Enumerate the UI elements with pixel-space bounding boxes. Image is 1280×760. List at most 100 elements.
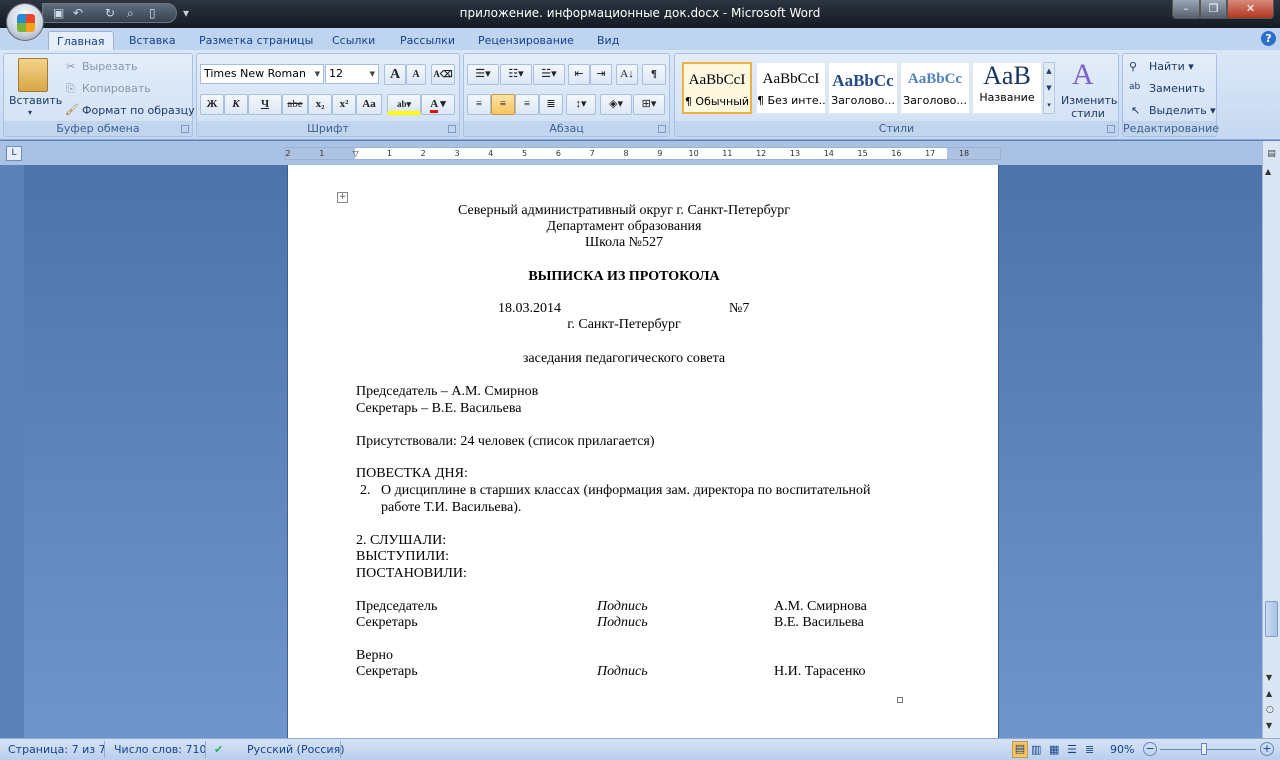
tab-review[interactable]: Рецензирование bbox=[470, 31, 582, 50]
tab-mailings[interactable]: Рассылки bbox=[392, 31, 463, 50]
bullets-icon[interactable]: ☰▾ bbox=[467, 64, 499, 85]
new-document-icon[interactable]: ▯ bbox=[149, 7, 162, 20]
office-button[interactable] bbox=[6, 3, 44, 41]
draft-icon[interactable]: ≣ bbox=[1085, 743, 1094, 756]
subscript-button[interactable]: x₂ bbox=[308, 94, 332, 115]
multilevel-list-icon[interactable]: ☱▾ bbox=[533, 64, 565, 85]
underline-button[interactable]: Ч bbox=[248, 94, 282, 115]
horizontal-ruler[interactable]: 2 1 ▽ 1 2 3 4 5 6 7 8 9 10 11 12 13 14 15 16 17 18 bbox=[285, 147, 1001, 160]
signature-sign: Подпись bbox=[597, 615, 648, 630]
zoom-out-icon[interactable]: − bbox=[1143, 742, 1157, 756]
view-ruler-icon[interactable]: ▤ bbox=[1265, 149, 1278, 162]
styles-scroll[interactable]: ▲ ▼ ▾ bbox=[1043, 62, 1055, 114]
find-button[interactable]: Найти ▾ bbox=[1149, 60, 1194, 73]
ruler-tick: 7 bbox=[589, 149, 595, 158]
change-case-button[interactable]: Aa bbox=[356, 94, 382, 115]
align-left-icon[interactable]: ≡ bbox=[467, 94, 491, 115]
close-button[interactable]: ✕ bbox=[1227, 0, 1274, 19]
zoom-in-icon[interactable]: + bbox=[1260, 742, 1274, 756]
line-spacing-icon[interactable]: ↕▾ bbox=[566, 94, 596, 115]
minimize-button[interactable]: – bbox=[1172, 0, 1200, 19]
justify-icon[interactable]: ≣ bbox=[539, 94, 563, 115]
zoom-slider-track[interactable] bbox=[1160, 749, 1256, 750]
styles-launcher[interactable] bbox=[1107, 125, 1115, 133]
paste-button[interactable]: Вставить bbox=[9, 94, 62, 107]
format-painter-button[interactable]: Формат по образцу bbox=[82, 104, 195, 117]
clipboard-launcher[interactable] bbox=[181, 125, 189, 133]
cut-button[interactable]: Вырезать bbox=[82, 60, 137, 73]
redo-icon[interactable]: ↻ bbox=[105, 7, 118, 20]
style-heading-1[interactable]: AaBbCc Заголово... bbox=[828, 62, 898, 114]
previous-page-icon[interactable]: ▲ bbox=[1266, 689, 1272, 698]
page-count[interactable]: Страница: 7 из 7 bbox=[8, 743, 106, 756]
restore-button[interactable]: ❐ bbox=[1200, 0, 1227, 19]
style-title[interactable]: AaB Название bbox=[972, 61, 1042, 114]
tab-view[interactable]: Вид bbox=[589, 31, 627, 50]
browse-object-icon[interactable]: ○ bbox=[1266, 705, 1274, 715]
ruler-tick: 8 bbox=[623, 149, 629, 158]
pilcrow-icon[interactable]: ¶ bbox=[642, 64, 666, 85]
font-launcher[interactable] bbox=[448, 125, 456, 133]
tab-selector-button[interactable]: L bbox=[6, 146, 22, 161]
tab-page-layout[interactable]: Разметка страницы bbox=[191, 31, 321, 50]
proofing-icon[interactable]: ✔ bbox=[214, 743, 223, 756]
style-normal[interactable]: AaBbCcI ¶ Обычный bbox=[682, 62, 752, 114]
print-preview-icon[interactable]: ⌕ bbox=[127, 7, 140, 20]
outline-icon[interactable]: ☰ bbox=[1067, 743, 1077, 756]
align-center-icon[interactable]: ≡ bbox=[491, 94, 515, 115]
shading-icon[interactable]: ◈▾ bbox=[600, 94, 632, 115]
vertical-scrollbar[interactable]: ▤ ▲ ▼ ▲ ○ ▼ bbox=[1262, 141, 1280, 738]
table-resize-handle[interactable] bbox=[897, 697, 903, 703]
font-name-select[interactable]: Times New Roman ▼ bbox=[200, 64, 324, 84]
save-icon[interactable]: ▣ bbox=[53, 7, 66, 20]
decrease-indent-icon[interactable]: ⇤ bbox=[568, 64, 590, 85]
paste-dropdown-icon[interactable]: ▾ bbox=[28, 108, 32, 117]
font-size-select[interactable]: 12 ▼ bbox=[325, 64, 379, 84]
style-no-spacing[interactable]: AaBbCcI ¶ Без инте... bbox=[756, 62, 826, 114]
help-icon[interactable]: ? bbox=[1261, 31, 1276, 46]
superscript-button[interactable]: x² bbox=[332, 94, 356, 115]
ruler-tick: 14 bbox=[823, 149, 834, 158]
style-heading-2[interactable]: AaBbCc Заголово... bbox=[900, 62, 970, 114]
document-page[interactable]: + Северный административный округ г. Сан… bbox=[287, 165, 999, 738]
increase-indent-icon[interactable]: ⇥ bbox=[590, 64, 612, 85]
scroll-down-icon[interactable]: ▼ bbox=[1266, 673, 1272, 682]
zoom-slider-thumb[interactable] bbox=[1200, 743, 1207, 755]
strikethrough-button[interactable]: abe bbox=[282, 94, 308, 115]
bold-button[interactable]: Ж bbox=[200, 94, 224, 115]
full-screen-reading-icon[interactable]: ▥ bbox=[1031, 743, 1041, 756]
language[interactable]: Русский (Россия) bbox=[247, 743, 345, 756]
spoke-line: ВЫСТУПИЛИ: bbox=[356, 549, 450, 564]
customize-qat-icon[interactable]: ▾ bbox=[183, 7, 196, 20]
scroll-up-icon[interactable]: ▲ bbox=[1265, 167, 1271, 176]
scroll-thumb[interactable] bbox=[1265, 601, 1278, 637]
replace-button[interactable]: Заменить bbox=[1149, 82, 1205, 95]
select-button[interactable]: Выделить ▾ bbox=[1149, 104, 1216, 117]
clear-formatting-icon[interactable]: A⌫ bbox=[431, 64, 455, 85]
numbering-icon[interactable]: ☷▾ bbox=[500, 64, 532, 85]
tab-references[interactable]: Ссылки bbox=[324, 31, 383, 50]
signature-name: В.Е. Васильева bbox=[774, 615, 864, 630]
next-page-icon[interactable]: ▼ bbox=[1266, 721, 1272, 730]
highlight-icon[interactable]: ab▾ bbox=[387, 94, 421, 115]
web-layout-icon[interactable]: ▦ bbox=[1049, 743, 1059, 756]
tab-home[interactable]: Главная bbox=[48, 31, 114, 50]
style-name: ¶ Обычный bbox=[684, 95, 750, 108]
print-layout-icon[interactable]: ▤ bbox=[1012, 741, 1028, 758]
change-styles-button[interactable]: Изменить стили bbox=[1061, 94, 1117, 120]
font-color-button[interactable]: A ▾ bbox=[421, 94, 455, 115]
italic-button[interactable]: К bbox=[224, 94, 248, 115]
tab-insert[interactable]: Вставка bbox=[121, 31, 184, 50]
zoom-level[interactable]: 90% bbox=[1110, 743, 1134, 756]
grow-font-button[interactable]: A bbox=[384, 64, 406, 85]
copy-button[interactable]: Копировать bbox=[82, 82, 151, 95]
header-line: Департамент образования bbox=[546, 219, 702, 234]
undo-icon[interactable]: ↶ bbox=[73, 7, 86, 20]
paragraph-launcher[interactable] bbox=[658, 125, 666, 133]
align-right-icon[interactable]: ≡ bbox=[515, 94, 539, 115]
header-line: Школа №527 bbox=[584, 235, 664, 250]
shrink-font-button[interactable]: A bbox=[406, 64, 426, 85]
word-count[interactable]: Число слов: 710 bbox=[114, 743, 207, 756]
sort-icon[interactable]: A↓ bbox=[616, 64, 638, 85]
borders-icon[interactable]: ⊞▾ bbox=[633, 94, 665, 115]
